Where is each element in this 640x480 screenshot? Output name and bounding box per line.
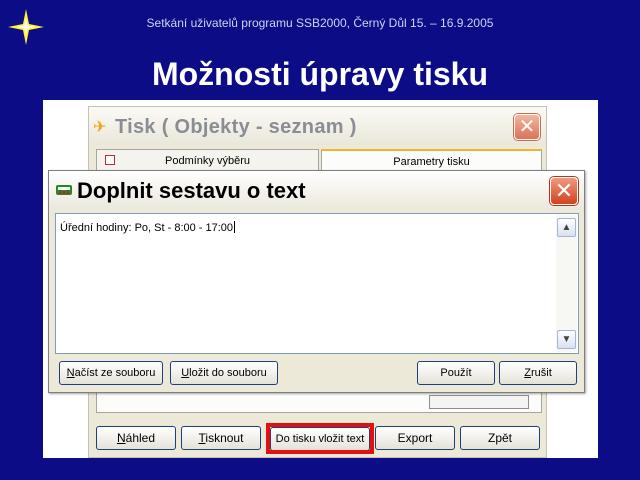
save-to-file-button[interactable]: Uložit do souboru xyxy=(170,361,278,385)
slide-subtitle: Setkání uživatelů programu SSB2000, Čern… xyxy=(146,16,494,30)
tab-selection-conditions[interactable]: Podmínky výběru xyxy=(96,149,319,171)
dialog-titlebar[interactable]: Doplnit sestavu o text ✕ xyxy=(49,171,584,209)
filter-icon xyxy=(105,155,115,165)
dialog-title: Doplnit sestavu o text xyxy=(77,178,306,203)
apply-button[interactable]: Použít xyxy=(417,361,495,385)
print-window-close-button[interactable]: ✕ xyxy=(514,114,540,140)
load-from-file-button[interactable]: Načíst ze souboru xyxy=(59,361,163,385)
chevron-down-icon: ▼ xyxy=(561,334,572,345)
export-button[interactable]: Export xyxy=(375,426,455,450)
cancel-button[interactable]: Zrušit xyxy=(499,361,577,385)
close-icon: ✕ xyxy=(518,116,536,138)
tab-label: Parametry tisku xyxy=(393,156,470,168)
insert-text-button[interactable]: Do tisku vložit text xyxy=(270,427,370,451)
chevron-up-icon: ▲ xyxy=(561,222,572,233)
obscured-field[interactable] xyxy=(429,395,529,409)
app-icon xyxy=(56,185,72,195)
tab-print-parameters[interactable]: Parametry tisku xyxy=(321,149,542,171)
slide-title: Možnosti úpravy tisku xyxy=(151,56,489,92)
tab-label: Podmínky výběru xyxy=(165,155,250,167)
print-window-titlebar[interactable]: ✈ Tisk ( Objekty - seznam ) ✕ xyxy=(89,107,546,145)
back-button[interactable]: Zpět xyxy=(460,426,540,450)
vertical-scrollbar[interactable]: ▲ ▼ xyxy=(556,215,577,352)
scroll-down-button[interactable]: ▼ xyxy=(557,330,576,349)
text-area-content: Úřední hodiny: Po, St - 8:00 - 17:00 xyxy=(60,221,236,234)
scroll-up-button[interactable]: ▲ xyxy=(557,218,576,237)
bird-icon: ✈ xyxy=(93,119,107,136)
dialog-close-button[interactable]: ✕ xyxy=(550,177,578,205)
add-text-dialog: Doplnit sestavu o text ✕ Úřední hodiny: … xyxy=(48,170,585,393)
print-window-title: Tisk ( Objekty - seznam ) xyxy=(115,116,357,138)
preview-button[interactable]: Náhled xyxy=(96,426,176,450)
text-input-area[interactable]: Úřední hodiny: Po, St - 8:00 - 17:00 ▲ ▼ xyxy=(55,213,579,354)
text-caret xyxy=(234,221,236,233)
close-icon: ✕ xyxy=(554,178,574,203)
print-button[interactable]: Tisknout xyxy=(181,426,261,450)
